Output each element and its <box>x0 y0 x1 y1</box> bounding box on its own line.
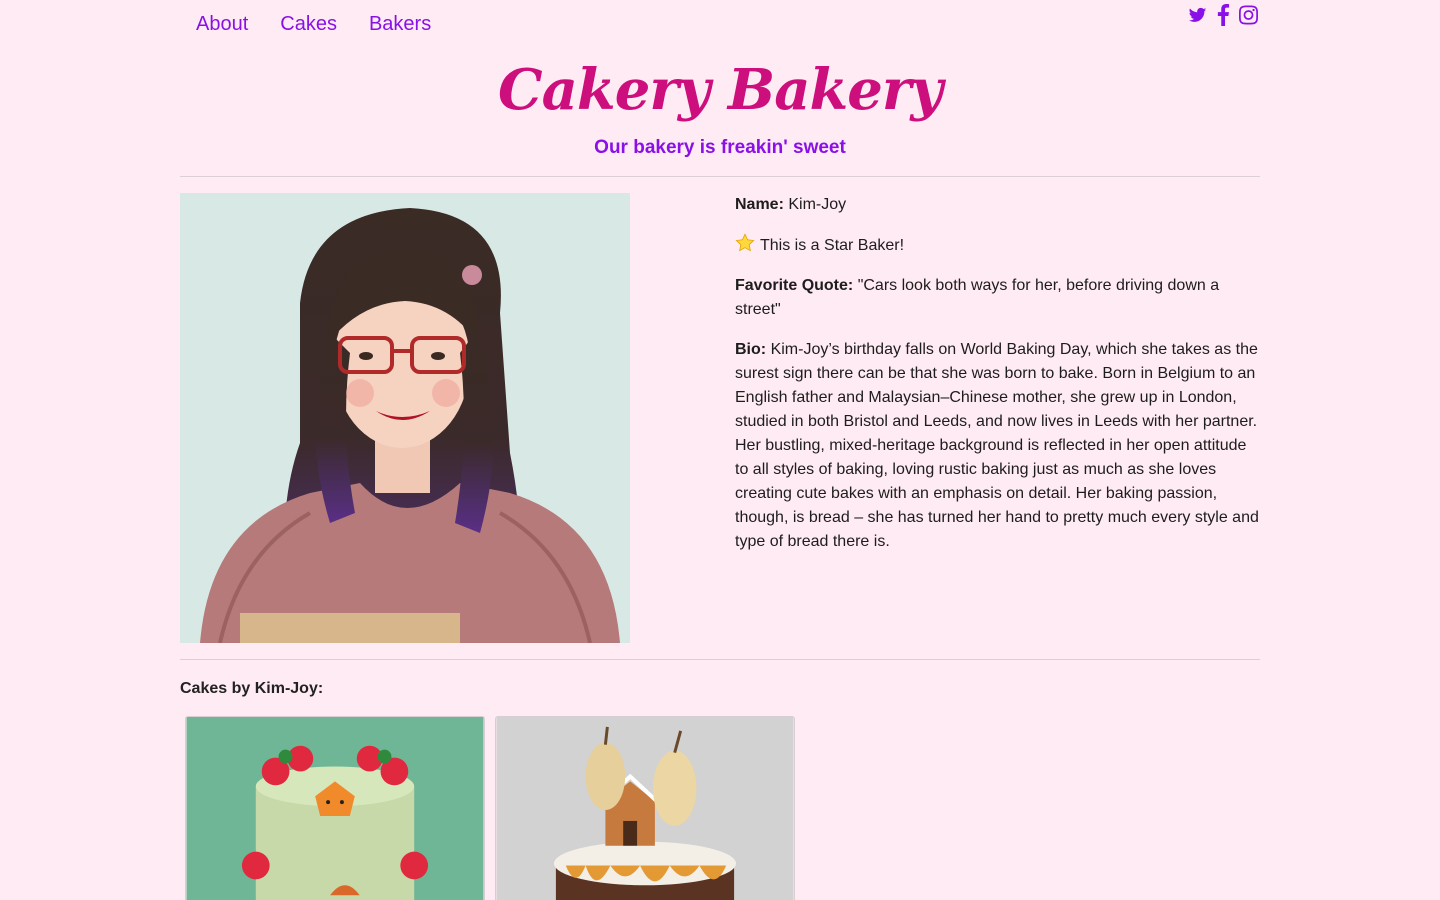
nav-link-cakes[interactable]: Cakes <box>280 11 337 37</box>
baker-photo <box>180 193 630 643</box>
cake-card-1[interactable] <box>185 716 485 900</box>
nav-link-about[interactable]: About <box>196 11 248 37</box>
quote-row: Favorite Quote: "Cars look both ways for… <box>735 274 1260 322</box>
cake-image-1 <box>186 717 484 900</box>
star-icon <box>735 233 755 252</box>
quote-label: Favorite Quote: <box>735 277 854 294</box>
bio-text: Kim-Joy’s birthday falls on World Baking… <box>735 341 1259 550</box>
brand-title: Cakery Bakery <box>498 57 943 123</box>
facebook-icon[interactable] <box>1216 4 1230 26</box>
bio-label: Bio: <box>735 341 767 358</box>
name-label: Name: <box>735 196 784 213</box>
header-divider <box>180 176 1260 177</box>
section-divider <box>180 659 1260 660</box>
cakes-section-title: Cakes by Kim-Joy: <box>180 680 324 697</box>
star-baker-text: This is a Star Baker! <box>760 237 905 254</box>
social-links <box>1188 4 1258 26</box>
top-nav: About Cakes Bakers <box>196 11 463 37</box>
instagram-icon[interactable] <box>1239 4 1258 26</box>
baker-name: Kim-Joy <box>788 196 847 213</box>
nav-link-bakers[interactable]: Bakers <box>369 11 431 37</box>
star-baker-row: This is a Star Baker! <box>735 233 1260 258</box>
twitter-icon[interactable] <box>1188 4 1207 26</box>
page-container: About Cakes Bakers Cakery Bakery Our bak… <box>180 0 1260 900</box>
cake-card-2[interactable] <box>495 716 795 900</box>
cake-image-2 <box>496 717 794 900</box>
bio-row: Bio: Kim-Joy’s birthday falls on World B… <box>735 338 1260 554</box>
tagline: Our bakery is freakin' sweet <box>594 137 846 158</box>
baker-profile: Name: Kim-Joy This is a Star Baker! Favo… <box>735 193 1260 570</box>
name-row: Name: Kim-Joy <box>735 193 1260 217</box>
